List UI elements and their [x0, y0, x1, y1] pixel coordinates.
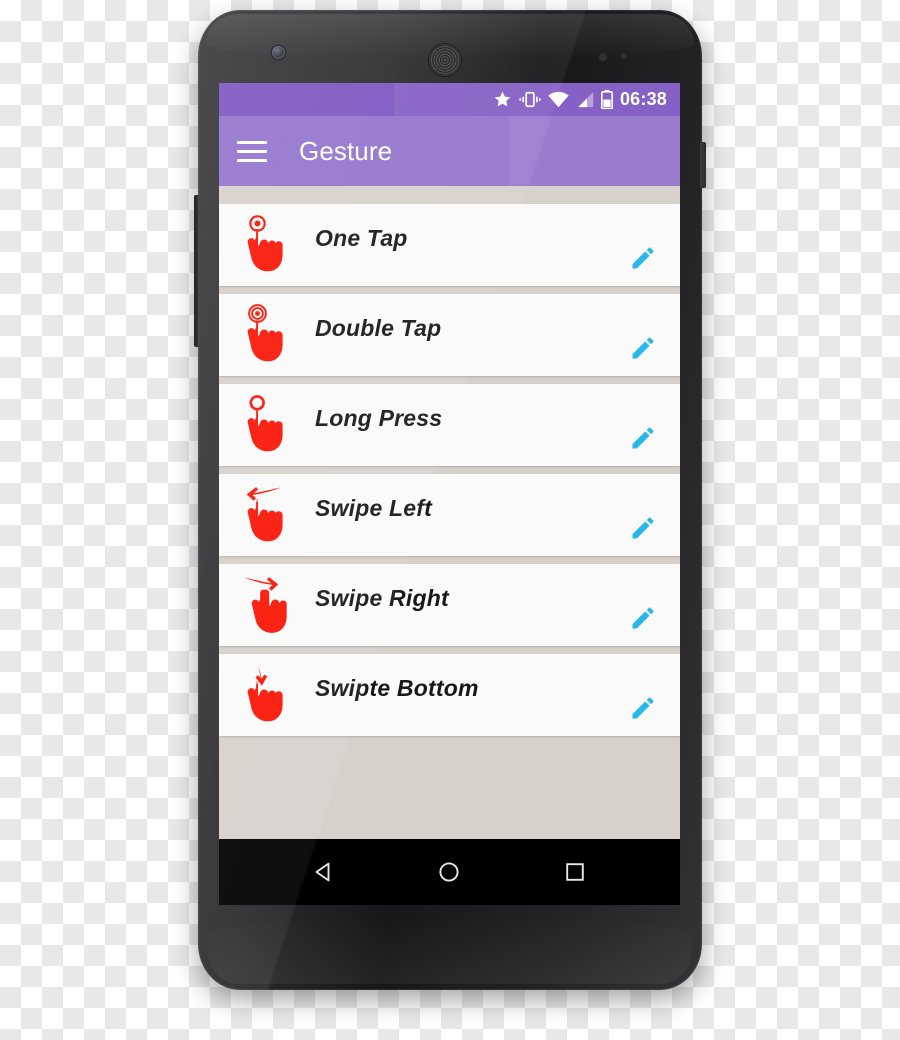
list-item-label: Long Press — [315, 404, 443, 431]
power-button[interactable] — [700, 142, 706, 188]
gesture-list: One Tap Double Tap Long Press Swipe Left… — [219, 186, 680, 839]
app-toolbar: Gesture — [219, 116, 680, 186]
proximity-sensor-icon — [599, 53, 607, 61]
hand-one-tap-icon — [219, 214, 315, 276]
page-root: 06:38 Gesture One Tap Double Tap Long Pr… — [0, 0, 900, 1040]
menu-bar-3 — [237, 158, 267, 162]
system-navigation-bar — [219, 839, 680, 905]
menu-bar-1 — [237, 140, 267, 144]
list-item-label: Swipe Left — [315, 494, 433, 521]
list-item-label: Swipe Right — [315, 584, 449, 611]
status-bar-clock: 06:38 — [619, 89, 667, 109]
toolbar-sheen — [509, 116, 680, 186]
phone-bottom-highlight — [208, 914, 692, 984]
list-item[interactable]: Long Press — [219, 384, 680, 466]
pencil-edit-icon[interactable] — [606, 694, 680, 722]
pencil-edit-icon[interactable] — [606, 334, 680, 362]
front-camera-icon — [272, 46, 285, 59]
page-title: Gesture — [299, 135, 393, 166]
hand-swipe-right-icon — [219, 574, 315, 636]
nav-recents-button[interactable] — [545, 849, 605, 895]
wifi-icon — [548, 91, 569, 108]
signal-icon — [576, 91, 594, 108]
star-icon — [493, 90, 512, 109]
volume-rocker-button[interactable] — [194, 195, 200, 347]
hand-long-press-icon — [219, 394, 315, 456]
list-item[interactable]: Swipte Bottom — [219, 654, 680, 736]
earpiece-speaker-icon — [429, 44, 461, 76]
status-bar-icons — [493, 90, 613, 109]
pencil-edit-icon[interactable] — [606, 514, 680, 542]
nav-home-button[interactable] — [419, 849, 479, 895]
list-item[interactable]: Double Tap — [219, 294, 680, 376]
list-item[interactable]: Swipe Left — [219, 474, 680, 556]
list-item-label: One Tap — [315, 224, 408, 251]
vibrate-icon — [519, 90, 541, 109]
battery-icon — [600, 90, 613, 109]
pencil-edit-icon[interactable] — [606, 604, 680, 632]
pencil-edit-icon[interactable] — [606, 244, 680, 272]
menu-bar-2 — [237, 149, 267, 153]
nav-back-button[interactable] — [294, 849, 354, 895]
phone-screen: 06:38 Gesture One Tap Double Tap Long Pr… — [219, 83, 680, 905]
list-item[interactable]: One Tap — [219, 204, 680, 286]
list-item-label: Double Tap — [315, 314, 442, 341]
phone-device: 06:38 Gesture One Tap Double Tap Long Pr… — [194, 10, 706, 990]
hand-swipe-left-icon — [219, 484, 315, 546]
hand-double-tap-icon — [219, 304, 315, 366]
list-item-label: Swipte Bottom — [315, 674, 479, 701]
list-item: Swipe Right — [219, 564, 680, 646]
hamburger-menu-icon[interactable] — [237, 134, 271, 168]
light-sensor-icon — [621, 53, 627, 59]
hand-swipe-bottom-icon — [219, 664, 315, 726]
pencil-edit-icon[interactable] — [606, 424, 680, 452]
status-bar: 06:38 — [219, 83, 680, 116]
